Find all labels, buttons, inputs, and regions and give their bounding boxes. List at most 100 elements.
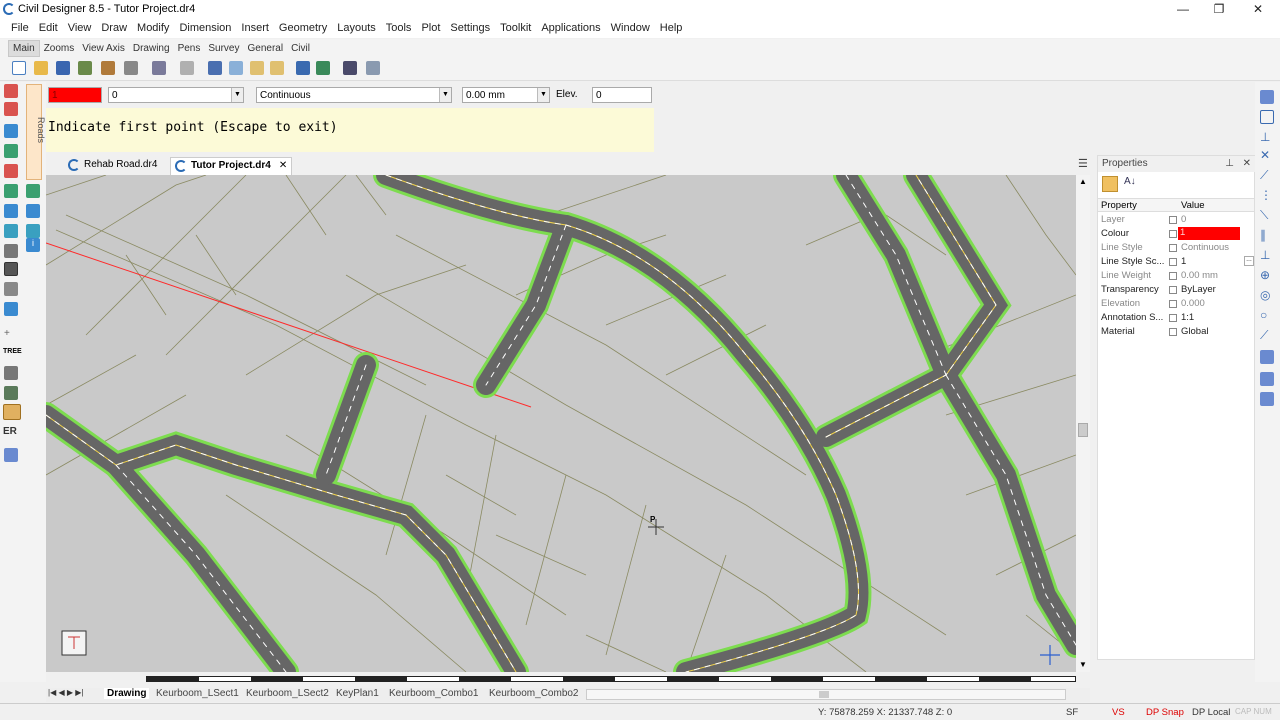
snap-toggle-icon[interactable] bbox=[1260, 392, 1274, 406]
prop-checkbox[interactable] bbox=[1169, 328, 1177, 336]
snap-center-icon[interactable]: ◎ bbox=[1260, 288, 1274, 302]
snap-node-icon[interactable]: ⟋ bbox=[1260, 328, 1274, 342]
menu-settings[interactable]: Settings bbox=[445, 20, 495, 36]
snap-intersection-icon[interactable]: ✕ bbox=[1260, 148, 1274, 162]
prop-checkbox[interactable] bbox=[1169, 272, 1177, 280]
prop-row-annotation-scale[interactable]: Annotation S... 1:1 bbox=[1098, 311, 1256, 325]
road-tool-5-icon[interactable] bbox=[4, 164, 18, 178]
menu-file[interactable]: File bbox=[6, 20, 34, 36]
sheet-tab-lsect2[interactable]: Keurboom_LSect2 bbox=[246, 688, 329, 699]
snap-grid-icon[interactable]: ⋮ bbox=[1260, 188, 1274, 202]
tab-zooms[interactable]: Zooms bbox=[40, 41, 79, 56]
prop-row-transparency[interactable]: Transparency ByLayer bbox=[1098, 283, 1256, 297]
properties-icon[interactable] bbox=[180, 61, 194, 75]
redo-icon[interactable] bbox=[316, 61, 330, 75]
snap-endpoint-icon[interactable] bbox=[1260, 90, 1274, 104]
sheet-tab-keyplan1[interactable]: KeyPlan1 bbox=[336, 688, 379, 699]
scroll-up-icon[interactable]: ▲ bbox=[1079, 177, 1087, 186]
horizontal-scrollbar[interactable] bbox=[586, 689, 1066, 700]
chevron-down-icon[interactable]: ▼ bbox=[231, 88, 243, 102]
roads-tool-c-icon[interactable] bbox=[26, 204, 40, 218]
snap-clear-icon[interactable] bbox=[1260, 372, 1274, 386]
tab-civil[interactable]: Civil bbox=[287, 41, 314, 56]
paste-icon[interactable] bbox=[250, 61, 264, 75]
road-tool-8-icon[interactable] bbox=[4, 224, 18, 238]
command-area[interactable]: Indicate first point (Escape to exit) bbox=[46, 108, 654, 152]
close-button[interactable]: ✕ bbox=[1243, 2, 1273, 18]
minimize-button[interactable]: — bbox=[1168, 2, 1198, 18]
snap-quadrant-icon[interactable]: ⊕ bbox=[1260, 268, 1274, 282]
tab-drawing[interactable]: Drawing bbox=[129, 41, 174, 56]
sheet-tab-drawing[interactable]: Drawing bbox=[104, 688, 150, 699]
tab-survey[interactable]: Survey bbox=[204, 41, 243, 56]
menu-toolkit[interactable]: Toolkit bbox=[495, 20, 536, 36]
prop-row-colour[interactable]: Colour 1 bbox=[1098, 227, 1256, 241]
snap-settings-icon[interactable] bbox=[1260, 350, 1274, 364]
prop-row-linestyle-scale[interactable]: Line Style Sc... 1… bbox=[1098, 255, 1256, 269]
road-tool-7-icon[interactable] bbox=[4, 204, 18, 218]
tab-pens[interactable]: Pens bbox=[174, 41, 205, 56]
prop-checkbox[interactable] bbox=[1169, 216, 1177, 224]
new-file-icon[interactable] bbox=[12, 61, 26, 75]
road-tool-1-icon[interactable] bbox=[4, 84, 18, 98]
linestyle-select[interactable]: Continuous ▼ bbox=[256, 87, 452, 103]
drawing-canvas[interactable]: P 50metre bbox=[46, 175, 1076, 672]
add-icon[interactable]: + bbox=[4, 328, 14, 339]
prop-value-colour-swatch[interactable]: 1 bbox=[1178, 227, 1240, 240]
tab-view-axis[interactable]: View Axis bbox=[78, 41, 129, 56]
save-icon[interactable] bbox=[56, 61, 70, 75]
prop-row-linestyle[interactable]: Line Style Continuous bbox=[1098, 241, 1256, 255]
road-tool-4-icon[interactable] bbox=[4, 144, 18, 158]
tool-triangle-icon[interactable] bbox=[4, 386, 18, 400]
menu-layouts[interactable]: Layouts bbox=[332, 20, 381, 36]
cut-icon[interactable] bbox=[208, 61, 222, 75]
tab-general[interactable]: General bbox=[243, 41, 287, 56]
road-tool-10-icon[interactable] bbox=[4, 262, 18, 276]
prop-row-layer[interactable]: Layer 0 bbox=[1098, 213, 1256, 227]
menu-tools[interactable]: Tools bbox=[381, 20, 417, 36]
prop-checkbox[interactable] bbox=[1169, 286, 1177, 294]
info-icon[interactable]: i bbox=[26, 238, 40, 252]
menu-help[interactable]: Help bbox=[655, 20, 688, 36]
prop-checkbox[interactable] bbox=[1169, 314, 1177, 322]
snap-settings-icon[interactable] bbox=[366, 61, 380, 75]
prop-row-lineweight[interactable]: Line Weight 0.00 mm bbox=[1098, 269, 1256, 283]
layer-select[interactable]: 0 ▼ bbox=[108, 87, 244, 103]
snap-tangent-icon[interactable]: ⟍ bbox=[1260, 208, 1274, 222]
elev-input[interactable]: 0 bbox=[592, 87, 652, 103]
menu-modify[interactable]: Modify bbox=[132, 20, 174, 36]
print-preview-icon[interactable] bbox=[101, 61, 115, 75]
menu-applications[interactable]: Applications bbox=[536, 20, 605, 36]
chevron-down-icon[interactable]: ▼ bbox=[439, 88, 451, 102]
menu-edit[interactable]: Edit bbox=[34, 20, 63, 36]
sheet-tab-combo1[interactable]: Keurboom_Combo1 bbox=[389, 688, 479, 699]
close-panel-icon[interactable]: ✕ bbox=[1243, 158, 1251, 169]
status-dp-local[interactable]: DP Local bbox=[1192, 707, 1230, 718]
prop-checkbox[interactable] bbox=[1169, 300, 1177, 308]
status-dp-snap[interactable]: DP Snap bbox=[1146, 707, 1184, 718]
menu-plot[interactable]: Plot bbox=[416, 20, 445, 36]
tool-display-icon[interactable] bbox=[4, 448, 18, 462]
copy-icon[interactable] bbox=[229, 61, 243, 75]
snap-midpoint-icon[interactable] bbox=[1260, 110, 1274, 124]
print-icon[interactable] bbox=[124, 61, 138, 75]
undo-icon[interactable] bbox=[296, 61, 310, 75]
scroll-thumb[interactable] bbox=[1078, 423, 1088, 437]
paste-special-icon[interactable] bbox=[270, 61, 284, 75]
menu-geometry[interactable]: Geometry bbox=[274, 20, 332, 36]
snap-extension-icon[interactable]: ⊥ bbox=[1260, 248, 1274, 262]
save-all-icon[interactable] bbox=[78, 61, 92, 75]
menu-dimension[interactable]: Dimension bbox=[174, 20, 236, 36]
roads-tool-b-icon[interactable] bbox=[26, 184, 40, 198]
hscroll-thumb[interactable] bbox=[819, 691, 829, 698]
tool-loop-icon[interactable] bbox=[4, 366, 18, 380]
snap-circle-icon[interactable]: ○ bbox=[1260, 308, 1274, 322]
scroll-down-icon[interactable]: ▼ bbox=[1079, 660, 1087, 669]
tool-hatch-icon[interactable] bbox=[3, 404, 21, 420]
road-tool-2-icon[interactable] bbox=[4, 102, 18, 116]
snap-parallel-icon[interactable]: ∥ bbox=[1260, 228, 1274, 242]
snap-nearest-icon[interactable]: ⟋ bbox=[1260, 168, 1274, 182]
prop-row-material[interactable]: Material Global bbox=[1098, 325, 1256, 339]
pin-icon[interactable]: ⊥ bbox=[1225, 158, 1234, 169]
menu-draw[interactable]: Draw bbox=[96, 20, 132, 36]
